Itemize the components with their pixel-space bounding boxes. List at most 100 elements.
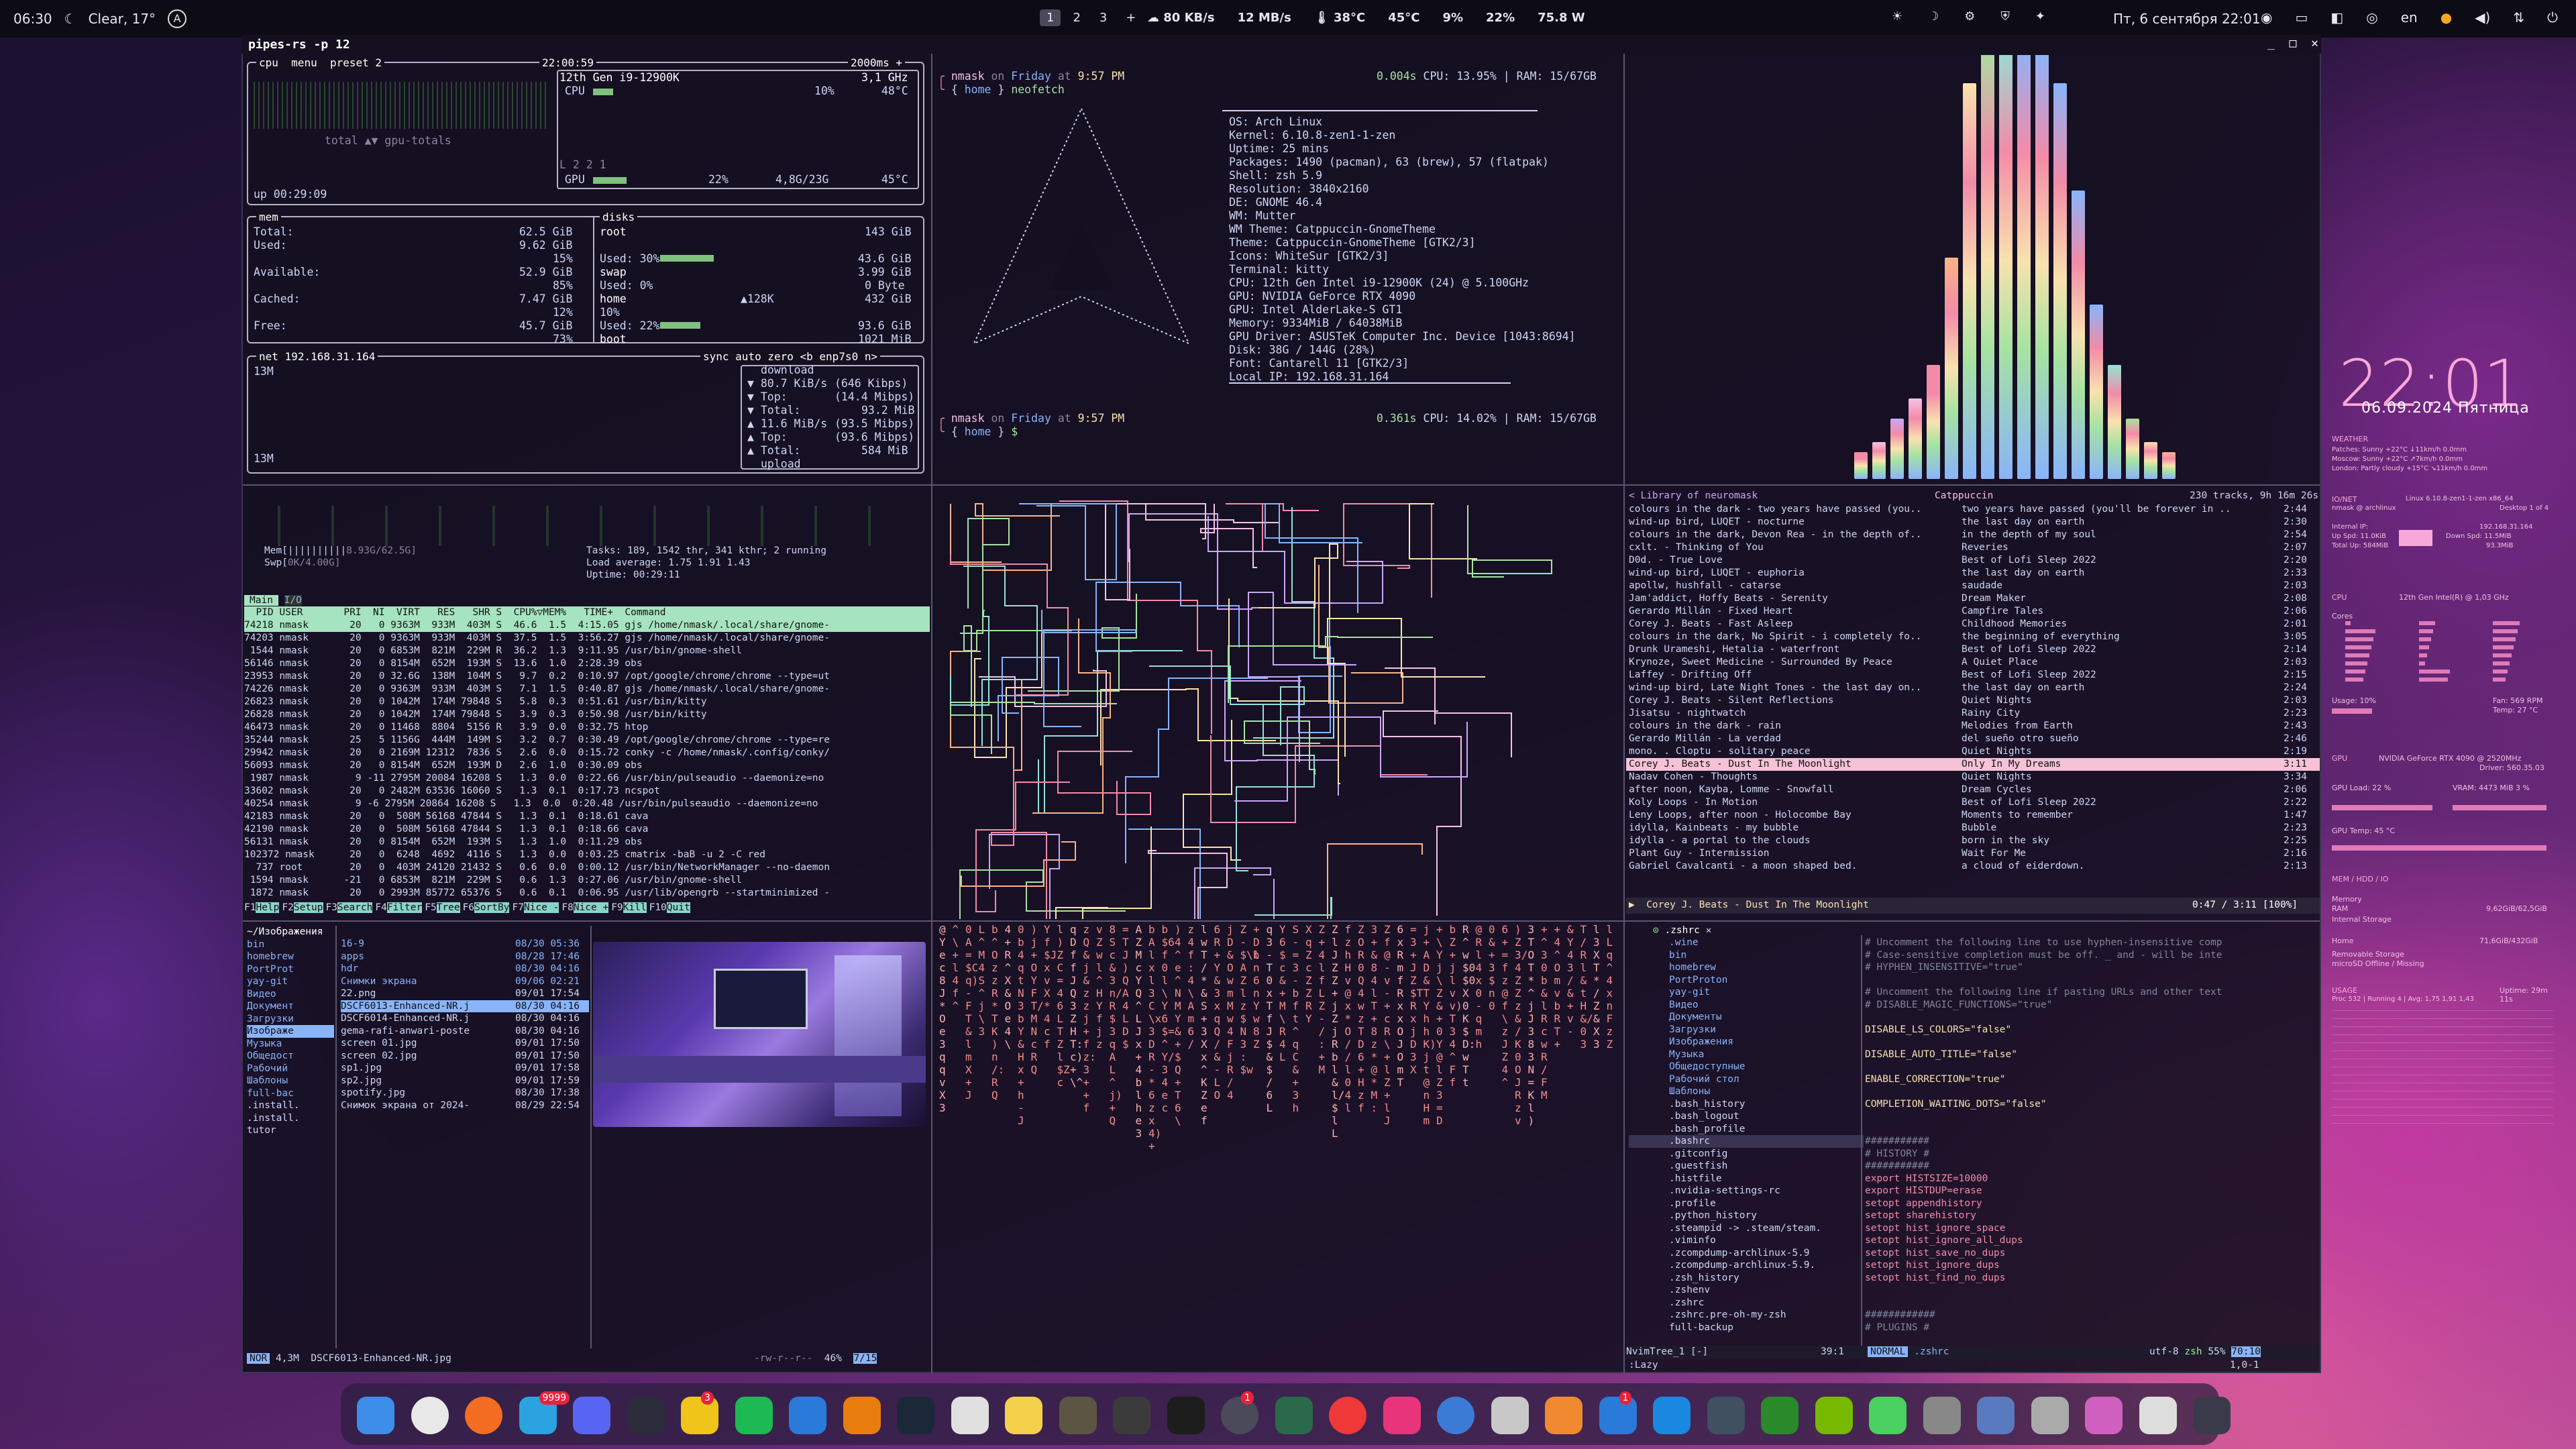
- nvim-code-line[interactable]: # Uncomment the following line to use hy…: [1865, 936, 2320, 949]
- nvim-code-line[interactable]: setopt sharehistory: [1865, 1210, 2320, 1222]
- nvim-tree-entry[interactable]: .python_history: [1629, 1210, 1864, 1222]
- discord-icon[interactable]: [573, 1397, 610, 1434]
- obs-icon[interactable]: [1167, 1397, 1205, 1434]
- power-icon[interactable]: ⏻: [2547, 9, 2558, 25]
- fkey-f9[interactable]: F9: [611, 902, 623, 913]
- terminal-icon[interactable]: [627, 1397, 665, 1434]
- nvim-tree-entry[interactable]: yay-git: [1629, 986, 1864, 999]
- track-row[interactable]: after noon, Kayba, Lomme - Snowfall Dream…: [1626, 784, 2320, 796]
- track-row[interactable]: Laffey - Drifting Off Best of Lofi Sleep …: [1626, 669, 2320, 682]
- fm-file-entry[interactable]: screen 02.jpg 09/01 17:50: [341, 1050, 589, 1063]
- fkey-f2[interactable]: F2: [282, 902, 293, 913]
- gimp-icon[interactable]: [1059, 1397, 1097, 1434]
- nvim-code-line[interactable]: [1865, 1036, 2320, 1049]
- htop-process-row[interactable]: 46473 nmask 20 0 11468 8804 5156 R 3.9 0…: [244, 721, 930, 734]
- extensions-icon[interactable]: [1869, 1397, 1907, 1434]
- nvim-tree-entry[interactable]: .bashrc: [1629, 1135, 1864, 1148]
- htop-process-row[interactable]: 33602 nmask 20 0 2482M 63536 16060 S 1.3…: [244, 785, 930, 798]
- globe-icon[interactable]: ◉: [2261, 9, 2272, 25]
- nvim-code-line[interactable]: # Case-sensitive completion must be off.…: [1865, 949, 2320, 962]
- nvim-code-line[interactable]: setopt appendhistory: [1865, 1197, 2320, 1210]
- nvim-code-line[interactable]: export HISTSIZE=10000: [1865, 1173, 2320, 1185]
- fm-file-entry[interactable]: Снимок экрана от 2024- 08/29 22:54: [341, 1099, 589, 1112]
- nvim-code-line[interactable]: COMPLETION_WAITING_DOTS="false": [1865, 1098, 2320, 1111]
- fm-parent-entry[interactable]: homebrew: [247, 951, 334, 963]
- fkey-f6[interactable]: F6: [463, 902, 474, 913]
- nvim-tree-entry[interactable]: homebrew: [1629, 961, 1864, 974]
- nvim-code-line[interactable]: [1865, 1284, 2320, 1297]
- nvim-tree-entry[interactable]: .zcompdump-archlinux-5.9: [1629, 1247, 1864, 1260]
- track-row[interactable]: idylla, Kainbeats - my bubble Bubble 2:23: [1626, 822, 2320, 835]
- track-row[interactable]: colours in the dark, Devon Rea - in the …: [1626, 529, 2320, 541]
- gnome-box-icon[interactable]: [1491, 1397, 1529, 1434]
- mail-icon[interactable]: [1599, 1397, 1637, 1434]
- nvim-tree-entry[interactable]: .zshrc: [1629, 1297, 1864, 1309]
- htop-process-row[interactable]: 102372 nmask 20 0 6248 4692 4116 S 1.3 0…: [244, 849, 930, 861]
- system-stats[interactable]: ☁ 80 KB/s 12 MB/s 🌡 38°C 45°C 9% 22% 75.…: [1147, 11, 1585, 25]
- htop-process-row[interactable]: 40254 nmask 9 -6 2795M 20864 16208 S 1.3…: [244, 798, 930, 810]
- monitor-icon[interactable]: [1275, 1397, 1313, 1434]
- htop-process-row[interactable]: 74226 nmask 20 0 9363M 933M 403M S 7.1 1…: [244, 683, 930, 696]
- fm-parent-entry[interactable]: yay-git: [247, 975, 334, 988]
- brightness-icon[interactable]: ☀: [1892, 9, 1902, 23]
- nvim-code-line[interactable]: # HISTORY #: [1865, 1148, 2320, 1161]
- nvim-tree-entry[interactable]: PortProton: [1629, 974, 1864, 987]
- neofetch-pane[interactable]: ╭ nmask on Friday at 9:57 PM 0.004s CPU:…: [934, 55, 1622, 483]
- tweaks-icon[interactable]: [1977, 1397, 2015, 1434]
- nvim-code-line[interactable]: DISABLE_AUTO_TITLE="false": [1865, 1049, 2320, 1061]
- track-row[interactable]: Jisatsu - nightwatch Rainy City 2:23: [1626, 707, 2320, 720]
- htop-tab-io[interactable]: I/O: [284, 595, 302, 606]
- htop-process-row[interactable]: 74203 nmask 20 0 9363M 933M 403M S 37.5 …: [244, 632, 930, 645]
- track-row[interactable]: Koly Loops - In Motion Best of Lofi Sleep…: [1626, 796, 2320, 809]
- fkey-f4[interactable]: F4: [375, 902, 386, 913]
- track-row[interactable]: Nadav Cohen - Thoughts Quiet Nights 3:34: [1626, 771, 2320, 784]
- fm-current-path[interactable]: ~/Изображения: [247, 926, 334, 938]
- gamepad-icon[interactable]: [951, 1397, 989, 1434]
- workspace-3[interactable]: 3: [1093, 9, 1114, 26]
- track-row[interactable]: apollw, hushfall - catarse saudade 2:03: [1626, 580, 2320, 592]
- inkscape-icon[interactable]: [1113, 1397, 1150, 1434]
- workspace-2[interactable]: 2: [1066, 9, 1087, 26]
- track-row[interactable]: mono. . Cloptu - solitary peace Quiet Nig…: [1626, 745, 2320, 758]
- nvim-code-line[interactable]: setopt hist_ignore_dups: [1865, 1259, 2320, 1272]
- htop-process-row[interactable]: 56146 nmask 20 0 8154M 652M 193M S 13.6 …: [244, 657, 930, 670]
- track-row[interactable]: Corey J. Beats - Dust In The Moonlight On…: [1626, 758, 2320, 771]
- fm-parent-entry[interactable]: .install.: [247, 1099, 334, 1112]
- nvim-code-line[interactable]: [1865, 1085, 2320, 1098]
- fkey-label[interactable]: Search: [337, 902, 373, 913]
- btop-interval[interactable]: 2000ms +: [848, 56, 906, 70]
- nvim-tree-entry[interactable]: Изображения: [1629, 1036, 1864, 1049]
- fm-file-entry[interactable]: sp2.jpg 09/01 17:59: [341, 1075, 589, 1087]
- fm-file-entry[interactable]: spotify.jpg 08/30 17:38: [341, 1087, 589, 1099]
- track-row[interactable]: colours in the dark - rain Melodies from …: [1626, 720, 2320, 733]
- nvim-code-line[interactable]: # Uncomment the following line if pastin…: [1865, 986, 2320, 999]
- track-row[interactable]: Jam'addict, Hoffy Beats - Serenity Dream …: [1626, 592, 2320, 605]
- htop-process-row[interactable]: 1594 nmask -21 0 6853M 821M 229M S 0.6 1…: [244, 874, 930, 887]
- nvim-code-line[interactable]: [1865, 1297, 2320, 1309]
- fkey-label[interactable]: Filter: [386, 902, 423, 913]
- fm-file-entry[interactable]: 16-9 08/30 05:36: [341, 938, 589, 951]
- steam-icon[interactable]: [897, 1397, 934, 1434]
- fkey-f3[interactable]: F3: [326, 902, 337, 913]
- chrome-icon[interactable]: [411, 1397, 449, 1434]
- fm-file-entry[interactable]: Снимки экрана 09/06 02:21: [341, 975, 589, 988]
- chrome-apps-icon[interactable]: [2031, 1397, 2069, 1434]
- nvim-tree-entry[interactable]: .bash_profile: [1629, 1123, 1864, 1136]
- fm-parent-entry[interactable]: Изображе: [247, 1025, 334, 1038]
- fkey-label[interactable]: Tree: [436, 902, 460, 913]
- vial-icon[interactable]: [1707, 1397, 1745, 1434]
- nightlight-icon[interactable]: ☽: [1928, 9, 1939, 23]
- nvim-tree-entry[interactable]: bin: [1629, 949, 1864, 962]
- track-row[interactable]: Leny Loops, after noon - Holocombe Bay Mo…: [1626, 809, 2320, 822]
- vscode-icon[interactable]: [789, 1397, 826, 1434]
- fkey-label[interactable]: Kill: [623, 902, 647, 913]
- nvim-tree-entry[interactable]: .viminfo: [1629, 1234, 1864, 1247]
- track-row[interactable]: colours in the dark, No Spirit - i compl…: [1626, 631, 2320, 643]
- nvim-tree-entry[interactable]: .histfile: [1629, 1173, 1864, 1185]
- nvim-code-line[interactable]: # DISABLE_MAGIC_FUNCTIONS="true": [1865, 999, 2320, 1012]
- nvim-code-line[interactable]: ###########: [1865, 1160, 2320, 1173]
- nvim-tree-entry[interactable]: Видео: [1629, 999, 1864, 1012]
- settings-icon[interactable]: [1923, 1397, 1961, 1434]
- appstore-icon[interactable]: [1653, 1397, 1690, 1434]
- screencast-icon[interactable]: ◧: [2330, 9, 2343, 25]
